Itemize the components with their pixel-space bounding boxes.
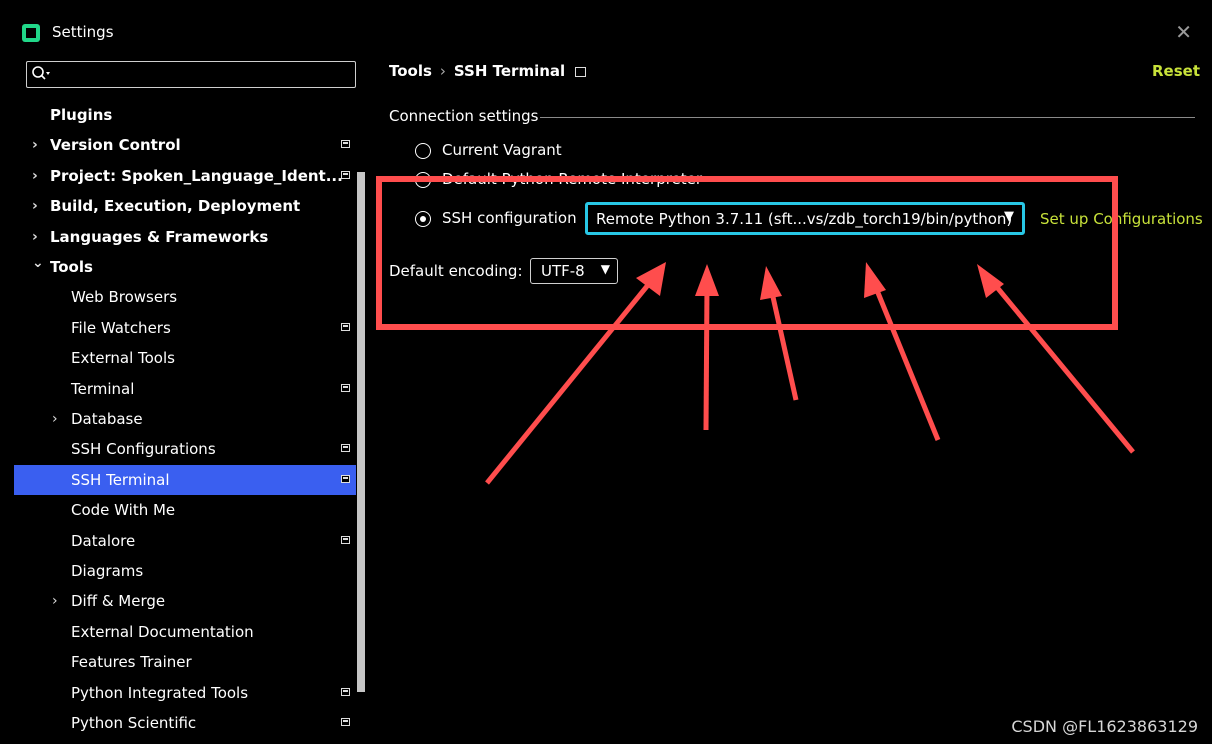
annotation-arrows [485,262,1135,485]
annotation-arrowhead [864,262,886,298]
watermark: CSDN @FL1623863129 [1011,717,1198,736]
annotation-arrow [703,284,710,431]
annotation-arrow [768,287,799,401]
annotation-arrow [485,278,654,485]
annotation-arrow [989,278,1135,454]
annotation-arrowhead [760,266,782,300]
annotation-arrow [871,282,941,441]
annotation-arrowhead [695,264,719,296]
